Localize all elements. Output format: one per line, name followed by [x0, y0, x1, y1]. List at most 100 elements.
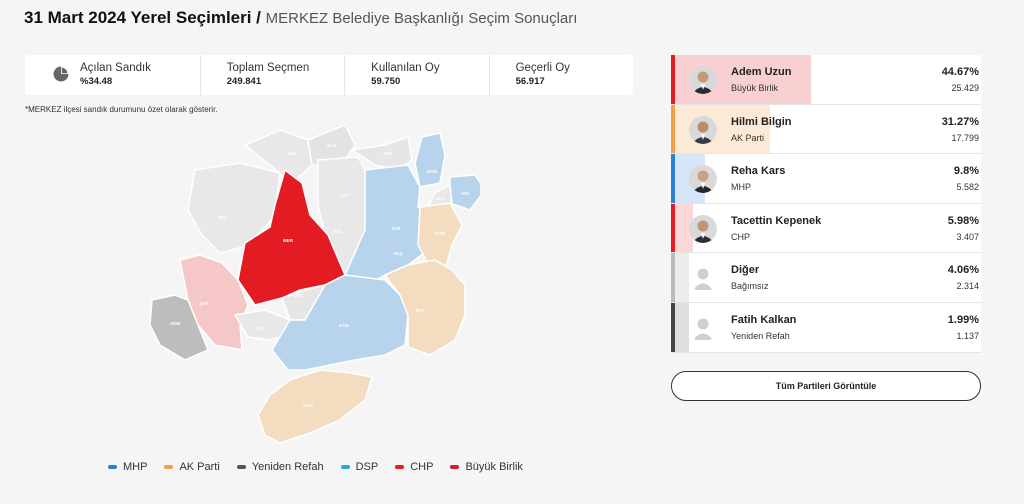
legend-item-ak-parti: AK Parti — [164, 461, 220, 473]
stat-value: %34.48 — [80, 76, 113, 87]
map-label-kız: KIZ — [334, 229, 342, 234]
stats-bar: Açılan Sandık %34.48 Toplam Seçmen 249.8… — [25, 55, 633, 95]
legend-swatch — [450, 465, 460, 469]
user-silhouette-icon — [689, 264, 717, 293]
map-label-baş: BAŞ — [327, 143, 337, 148]
map-label-kar: KAR — [339, 323, 349, 328]
candidate-votes: 25.429 — [951, 83, 979, 93]
title-subtitle: MERKEZ Belediye Başkanlığı Seçim Sonuçla… — [265, 10, 578, 27]
map-label-yal: YAL — [218, 215, 227, 220]
candidate-name: Hilmi Bilgin — [731, 115, 792, 128]
pie-chart-icon — [53, 66, 69, 82]
candidate-party: MHP — [731, 182, 751, 193]
candidate-share-bar — [675, 253, 689, 302]
legend-swatch — [164, 465, 174, 469]
candidate-name: Diğer — [731, 264, 760, 277]
stat-value: 59.750 — [371, 76, 401, 87]
candidate-results-panel: Adem Uzun Büyük Birlik 44.67% 25.429 Hil… — [671, 55, 981, 353]
candidate-name: Adem Uzun — [731, 66, 792, 78]
stat-label: Toplam Seçmen — [226, 62, 310, 74]
candidate-name: Tacettin Kepenek — [731, 214, 822, 227]
view-all-parties-button[interactable]: Tüm Partileri Görüntüle — [671, 371, 981, 401]
map-label-çat: ÇAT — [341, 193, 350, 198]
candidate-votes: 17.799 — [951, 132, 979, 143]
legend-item-buyuk-birlik: Büyük Birlik — [450, 461, 523, 473]
candidate-row[interactable]: Reha Kars MHP 9.8% 5.582 — [671, 154, 981, 204]
map-label-kuz: KUZ — [287, 151, 296, 156]
candidate-photo — [689, 165, 717, 194]
candidate-name: Reha Kars — [731, 165, 786, 178]
map-label-ese: ESE — [383, 151, 392, 156]
candidate-votes: 5.582 — [956, 182, 979, 193]
candidate-row[interactable]: Fatih Kalkan Yeniden Refah 1.99% 1.137 — [671, 302, 981, 353]
stat-value: 249.841 — [226, 76, 262, 87]
candidate-percentage: 31.27% — [941, 115, 979, 128]
map-label-mer: MER — [283, 238, 294, 243]
legend-swatch — [395, 465, 405, 469]
map-label-şar: ŞAR — [199, 301, 209, 306]
legend-item-yeniden-refah: Yeniden Refah — [236, 461, 324, 473]
map-label-alt: ALT — [256, 326, 265, 331]
candidate-name: Fatih Kalkan — [731, 313, 797, 326]
legend-label: Büyük Birlik — [465, 461, 523, 473]
map-label-soğ: SOĞ — [303, 401, 314, 408]
candidate-votes: 1.137 — [956, 330, 979, 341]
stat-label: Açılan Sandık — [80, 62, 151, 74]
map-label-bay: BAY — [415, 308, 424, 313]
legend-swatch — [108, 465, 117, 469]
legend-swatch — [340, 465, 350, 469]
legend-label: MHP — [123, 461, 148, 473]
map-region-doğ[interactable] — [414, 132, 446, 188]
candidate-row[interactable]: Adem Uzun Büyük Birlik 44.67% 25.429 — [671, 55, 981, 105]
map-label-ort: ORT — [293, 293, 303, 298]
legend-label: Yeniden Refah — [251, 461, 324, 473]
stat-used-votes: Kullanılan Oy 59.750 — [344, 55, 488, 95]
map-region-dur[interactable] — [417, 202, 463, 271]
stat-valid-votes: Geçerli Oy 56.917 — [488, 55, 633, 95]
map-label-akm: AKM — [170, 321, 180, 326]
map-label-zar: ZAR — [391, 226, 401, 231]
map-note: *MERKEZ ilçesi sandık durumunu özet olar… — [25, 105, 218, 114]
user-silhouette-icon — [689, 313, 717, 342]
candidate-photo — [689, 214, 717, 243]
district-map: MER ŞAR AKM ALT KAR ZAR DUR BAY SOĞ ORT … — [149, 124, 480, 444]
stat-label: Geçerli Oy — [515, 62, 570, 74]
legend-swatch — [236, 465, 246, 469]
title-election: 31 Mart 2024 Yerel Seçimleri / — [24, 8, 261, 27]
candidate-votes: 3.407 — [956, 231, 979, 242]
candidate-party: Yeniden Refah — [731, 330, 790, 341]
page-title: 31 Mart 2024 Yerel Seçimleri / MERKEZ Be… — [24, 8, 577, 28]
map-label-arı: ARI — [461, 191, 469, 196]
map-region-soğ[interactable] — [257, 369, 373, 444]
candidate-percentage: 5.98% — [947, 214, 979, 227]
candidate-party: Bağımsız — [731, 281, 769, 292]
candidate-row[interactable]: Diğer Bağımsız 4.06% 2.314 — [671, 253, 981, 303]
candidate-row[interactable]: Hilmi Bilgin AK Parti 31.27% 17.799 — [671, 104, 981, 155]
map-label-dur: DUR — [435, 231, 445, 236]
candidate-percentage: 44.67% — [941, 66, 979, 78]
legend-item-chp: CHP — [395, 461, 433, 473]
stat-label: Kullanılan Oy — [371, 62, 440, 74]
candidate-party: AK Parti — [731, 132, 765, 143]
candidate-photo — [689, 115, 717, 144]
candidate-party: CHP — [731, 231, 751, 242]
candidate-percentage: 1.99% — [947, 313, 979, 326]
candidate-percentage: 4.06% — [947, 264, 979, 277]
candidate-row[interactable]: Tacettin Kepenek CHP 5.98% 3.407 — [671, 203, 981, 254]
stat-value: 56.917 — [515, 76, 545, 87]
legend-item-mhp: MHP — [108, 461, 147, 473]
legend-label: AK Parti — [179, 461, 220, 473]
legend-label: CHP — [410, 461, 434, 473]
candidate-party: Büyük Birlik — [731, 83, 779, 93]
stat-opened-boxes: Açılan Sandık %34.48 — [25, 55, 200, 95]
map-label-akç: AKÇ — [393, 251, 403, 256]
map-legend: MHP AK Parti Yeniden Refah DSP CHP Büyük… — [108, 461, 523, 473]
map-label-doğ: DOĞ — [427, 167, 438, 174]
stat-total-voters: Toplam Seçmen 249.841 — [199, 55, 344, 95]
candidate-percentage: 9.8% — [953, 165, 979, 178]
legend-label: DSP — [355, 461, 379, 473]
candidate-photo — [689, 66, 717, 94]
legend-item-dsp: DSP — [340, 461, 379, 473]
map-label-ula: ULA — [435, 196, 445, 201]
candidate-share-bar — [675, 302, 689, 352]
